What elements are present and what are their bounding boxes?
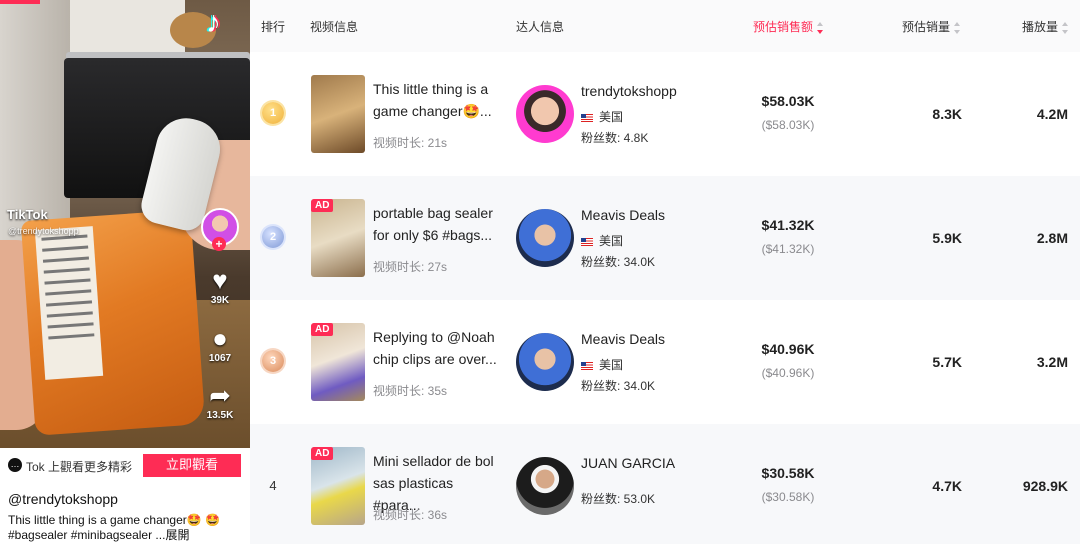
sales-value: $40.96K [761, 341, 815, 357]
rank-number: 4 [269, 478, 277, 493]
table-header: 排行 视频信息 达人信息 预估销售额 预估销量 播放量 [250, 0, 1080, 52]
header-rank: 排行 [261, 20, 286, 34]
sales-cell: $30.58K ($30.58K) [728, 424, 848, 504]
play-count: 2.8M [1036, 230, 1068, 246]
play-count: 928.9K [1022, 478, 1068, 494]
creator-avatar[interactable] [516, 85, 574, 143]
watch-now-button[interactable]: 立即觀看 [143, 454, 241, 477]
like-button[interactable]: ♥ 39K [200, 265, 240, 306]
video-duration: 视频时长: 21s [373, 136, 448, 150]
share-button[interactable]: ➦ 13.5K [200, 380, 240, 421]
rank-medal-silver: 2 [262, 226, 284, 248]
table-row[interactable]: 2 AD portable bag sealer for only $6 #ba… [250, 176, 1080, 300]
sort-icon [954, 21, 961, 34]
video-duration: 视频时长: 36s [373, 508, 448, 522]
follow-plus-icon[interactable]: + [212, 237, 226, 251]
play-count: 4.2M [1036, 106, 1068, 122]
rank-medal-bronze: 3 [262, 350, 284, 372]
tiktok-watermark: TikTok [7, 207, 48, 222]
sort-header-sales[interactable]: 预估销售额 [753, 18, 824, 35]
sales-sub-value: ($40.96K) [761, 366, 815, 380]
creator-avatar[interactable] [516, 209, 574, 267]
video-ranking-table: 排行 视频信息 达人信息 预估销售额 预估销量 播放量 1 This littl… [250, 0, 1080, 544]
sort-icon [1062, 21, 1069, 34]
video-duration: 视频时长: 35s [373, 384, 448, 398]
cta-text: Tok 上觀看更多精彩 [26, 460, 133, 474]
video-title[interactable]: This little thing is a game changer🤩... [373, 78, 498, 122]
header-creator-info: 达人信息 [516, 20, 565, 34]
sort-desc-icon [817, 21, 824, 34]
sales-value: $41.32K [761, 217, 815, 233]
creator-fans: 粉丝数: 4.8K [581, 131, 649, 145]
creator-name[interactable]: Meavis Deals [581, 331, 665, 347]
like-count: 39K [210, 295, 230, 306]
creator-name[interactable]: Meavis Deals [581, 207, 665, 223]
sort-header-plays[interactable]: 播放量 [1022, 18, 1069, 35]
rank-medal-gold: 1 [262, 102, 284, 124]
video-player[interactable]: ♪ TikTok @trendytokshopp + ♥ 39K ● 1067 … [0, 0, 250, 448]
creator-country: 美国 [581, 108, 623, 125]
progress-indicator [0, 0, 40, 4]
comment-button[interactable]: ● 1067 [200, 323, 240, 364]
comment-count: 1067 [208, 353, 232, 364]
sales-sub-value: ($30.58K) [761, 490, 815, 504]
sales-cell: $40.96K ($40.96K) [728, 300, 848, 380]
creator-avatar[interactable] [516, 333, 574, 391]
author-handle[interactable]: @trendytokshopp [8, 491, 118, 507]
play-count: 3.2M [1036, 354, 1068, 370]
creator-name[interactable]: JUAN GARCIA [581, 455, 675, 471]
sales-cell: $41.32K ($41.32K) [728, 176, 848, 256]
watermark-handle: @trendytokshopp [8, 226, 79, 236]
us-flag-icon [581, 237, 593, 246]
share-count: 13.5K [206, 410, 234, 421]
creator-country: 美国 [581, 232, 623, 249]
creator-fans: 粉丝数: 53.0K [581, 492, 656, 506]
video-title[interactable]: Replying to @Noah chip clips are over... [373, 326, 498, 370]
creator-fans: 粉丝数: 34.0K [581, 255, 656, 269]
video-thumbnail[interactable] [311, 75, 365, 153]
video-thumbnail[interactable]: AD [311, 199, 365, 277]
comment-icon: ● [212, 323, 228, 353]
tiktok-logo-icon: ♪ [206, 6, 221, 39]
sales-value: $58.03K [761, 93, 815, 109]
sales-volume: 5.9K [932, 230, 962, 246]
video-duration: 视频时长: 27s [373, 260, 448, 274]
ad-badge: AD [311, 447, 334, 460]
sales-sub-value: ($41.32K) [761, 242, 815, 256]
creator-name[interactable]: trendytokshopp [581, 83, 677, 99]
sales-cell: $58.03K ($58.03K) [728, 52, 848, 132]
sort-header-volume[interactable]: 预估销量 [902, 18, 961, 35]
heart-icon: ♥ [212, 265, 228, 295]
video-thumbnail[interactable]: AD [311, 323, 365, 401]
us-flag-icon [581, 113, 593, 122]
creator-country: 美国 [581, 356, 623, 373]
sales-volume: 4.7K [932, 478, 962, 494]
sales-volume: 8.3K [932, 106, 962, 122]
video-caption: This little thing is a game changer🤩 🤩 #… [8, 513, 220, 542]
expand-caption-link[interactable]: 展開 [165, 528, 189, 542]
sales-value: $30.58K [761, 465, 815, 481]
tiktok-embed: ♪ TikTok @trendytokshopp + ♥ 39K ● 1067 … [0, 0, 250, 544]
chat-icon: … [8, 458, 22, 472]
share-icon: ➦ [209, 380, 231, 410]
ad-badge: AD [311, 199, 334, 212]
creator-fans: 粉丝数: 34.0K [581, 379, 656, 393]
sales-sub-value: ($58.03K) [761, 118, 815, 132]
sales-volume: 5.7K [932, 354, 962, 370]
us-flag-icon [581, 361, 593, 370]
header-video-info: 视频信息 [310, 20, 359, 34]
video-thumbnail[interactable]: AD [311, 447, 365, 525]
creator-avatar[interactable] [516, 457, 574, 515]
watch-cta-bar: … Tok 上觀看更多精彩 立即觀看 [0, 448, 250, 484]
video-title[interactable]: portable bag sealer for only $6 #bags... [373, 202, 498, 246]
table-row[interactable]: 3 AD Replying to @Noah chip clips are ov… [250, 300, 1080, 424]
table-row[interactable]: 4 AD Mini sellador de bol sas plasticas … [250, 424, 1080, 544]
ad-badge: AD [311, 323, 334, 336]
table-row[interactable]: 1 This little thing is a game changer🤩..… [250, 52, 1080, 176]
